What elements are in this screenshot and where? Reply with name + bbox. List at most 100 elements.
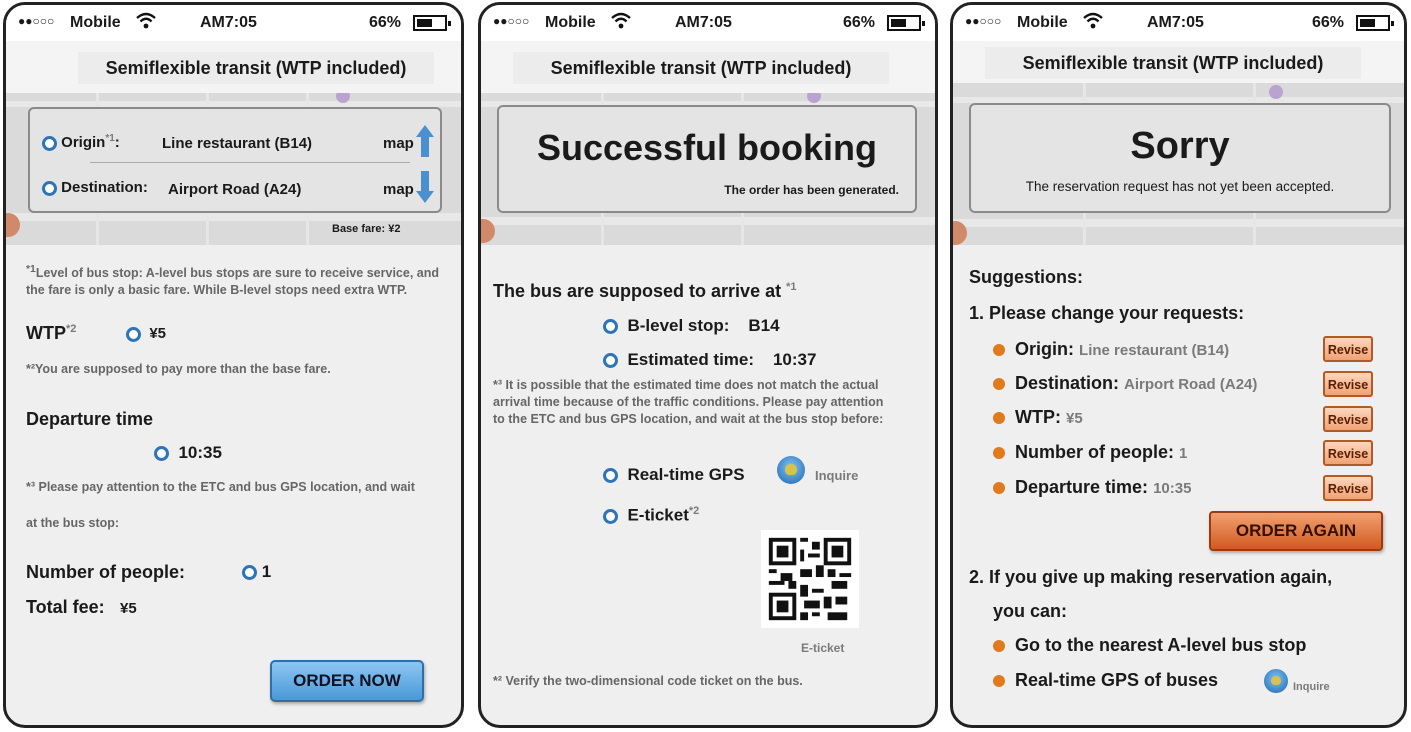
request-label: WTP: xyxy=(1015,407,1061,427)
page-title: Semiflexible transit (WTP included) xyxy=(513,52,889,84)
clock: AM7:05 xyxy=(1147,14,1204,31)
destination-row[interactable]: Destination: xyxy=(42,179,148,196)
footnote-mark: *1 xyxy=(26,264,36,275)
revise-departure-button[interactable]: Revise xyxy=(1323,475,1373,501)
request-label: Number of people: xyxy=(1015,442,1175,462)
estimated-bullet-icon xyxy=(603,353,618,369)
wtp-label-text: WTP xyxy=(26,323,66,343)
estimated-time-value: 10:37 xyxy=(772,350,817,369)
request-value: Line restaurant (B14) xyxy=(1079,342,1230,359)
origin-label: Origin xyxy=(61,134,106,151)
qr-caption: E-ticket xyxy=(801,641,845,655)
clock: AM7:05 xyxy=(675,14,732,31)
phone-screen-booking-failed: ●●○○○ Mobile AM7:05 66% Semiflexible tra… xyxy=(950,2,1407,728)
suggestions-heading: Suggestions: xyxy=(969,267,1084,287)
wtp-label: WTP*2 xyxy=(26,323,76,344)
gps-bullet-icon xyxy=(603,468,618,484)
request-row-origin: Origin: Line restaurant (B14) xyxy=(993,339,1229,360)
request-row-wtp: WTP: ¥5 xyxy=(993,407,1083,428)
people-bullet-icon xyxy=(242,565,257,581)
origin-bullet-icon xyxy=(42,135,57,151)
suggestion-change-requests: 1. Please change your requests: xyxy=(969,303,1245,323)
request-value: ¥5 xyxy=(1066,410,1083,427)
departure-label: Departure time xyxy=(26,409,154,429)
origin-map-link[interactable]: map xyxy=(383,135,414,152)
revise-destination-button[interactable]: Revise xyxy=(1323,371,1373,397)
wtp-bullet-icon xyxy=(126,326,141,342)
footnote-wtp: *²You are supposed to pay more than the … xyxy=(26,362,331,376)
orange-bullet-icon xyxy=(993,675,1005,688)
globe-icon[interactable] xyxy=(777,456,805,484)
request-value: 10:35 xyxy=(1153,480,1192,497)
departure-bullet-icon xyxy=(154,446,169,462)
people-field[interactable]: 1 xyxy=(242,562,271,582)
option-realtime-gps[interactable]: Real-time GPS of buses xyxy=(993,670,1218,691)
gps-row: Real-time GPS xyxy=(603,465,745,485)
origin-value: Line restaurant (B14) xyxy=(162,135,313,152)
request-value: 1 xyxy=(1179,445,1188,462)
origin-colon: : xyxy=(114,134,120,151)
page-title: Semiflexible transit (WTP included) xyxy=(985,47,1361,79)
request-label: Departure time: xyxy=(1015,477,1149,497)
stop-value: B14 xyxy=(748,316,780,335)
revise-origin-button[interactable]: Revise xyxy=(1323,336,1373,362)
gps-label: Real-time GPS xyxy=(627,465,745,484)
destination-bullet-icon xyxy=(42,180,57,196)
request-row-people: Number of people: 1 xyxy=(993,442,1187,463)
revise-people-button[interactable]: Revise xyxy=(1323,440,1373,466)
gps-inquire-link[interactable]: Inquire xyxy=(1293,681,1330,693)
eticket-label: E-ticket xyxy=(627,505,689,525)
wtp-value-field[interactable]: ¥5 xyxy=(126,325,166,342)
wifi-icon xyxy=(1083,12,1103,29)
destination-map-link[interactable]: map xyxy=(383,181,414,198)
success-subline: The order has been generated. xyxy=(724,183,899,197)
request-value: Airport Road (A24) xyxy=(1124,376,1258,393)
sorry-subline: The reservation request has not yet been… xyxy=(1025,179,1335,194)
people-value: 1 xyxy=(261,562,272,581)
wifi-icon xyxy=(136,12,156,29)
footnote-etc-line1: *³ Please pay attention to the ETC and b… xyxy=(26,480,415,494)
orange-bullet-icon xyxy=(993,482,1005,495)
departure-time-field[interactable]: 10:35 xyxy=(154,443,222,463)
revise-wtp-button[interactable]: Revise xyxy=(1323,406,1373,432)
arrow-up-icon[interactable] xyxy=(416,125,434,157)
request-row-departure: Departure time: 10:35 xyxy=(993,477,1191,498)
arrow-down-icon[interactable] xyxy=(416,171,434,203)
clock: AM7:05 xyxy=(200,14,257,31)
footnote-traffic: *³ It is possible that the estimated tim… xyxy=(493,378,884,426)
order-now-button[interactable]: ORDER NOW xyxy=(270,660,424,702)
orange-bullet-icon xyxy=(993,640,1005,653)
order-again-button[interactable]: ORDER AGAIN xyxy=(1209,511,1383,551)
app-header: Semiflexible transit (WTP included) xyxy=(481,41,935,93)
footnote-bus-stop-level: *1Level of bus stop: A-level bus stops a… xyxy=(26,261,446,299)
option-nearest-stop[interactable]: Go to the nearest A-level bus stop xyxy=(993,635,1306,656)
orange-bullet-icon xyxy=(993,447,1005,460)
footnote-qr: *² Verify the two-dimensional code ticke… xyxy=(493,674,803,688)
eticket-footnote-mark: *2 xyxy=(688,505,700,517)
request-label: Origin: xyxy=(1015,339,1075,359)
stop-label: B-level stop: xyxy=(627,316,730,335)
estimated-time-row: Estimated time: 10:37 xyxy=(603,350,816,370)
option-text: Go to the nearest A-level bus stop xyxy=(1015,635,1307,655)
gps-inquire-link[interactable]: Inquire xyxy=(815,468,858,483)
origin-row[interactable]: Origin*1: xyxy=(42,133,120,151)
suggestion-give-up-line2: you can: xyxy=(993,601,1068,621)
orange-bullet-icon xyxy=(993,344,1005,357)
wtp-footnote-mark: *2 xyxy=(66,323,77,335)
request-label: Destination: xyxy=(1015,373,1120,393)
app-header: Semiflexible transit (WTP included) xyxy=(6,41,461,93)
eticket-row: E-ticket*2 xyxy=(603,505,699,526)
battery-percent: 66% xyxy=(1311,14,1344,31)
orange-bullet-icon xyxy=(993,378,1005,391)
arrival-heading-text: The bus are supposed to arrive at xyxy=(493,281,782,301)
footnote-text: Level of bus stop: A-level bus stops are… xyxy=(26,266,439,298)
qr-code-icon[interactable] xyxy=(761,530,859,628)
wifi-icon xyxy=(611,12,631,29)
status-bar: ●●○○○ Mobile AM7:05 66% xyxy=(953,5,1404,41)
wtp-value: ¥5 xyxy=(149,325,167,342)
globe-icon[interactable] xyxy=(1264,669,1288,693)
base-fare: Base fare: ¥2 xyxy=(332,223,401,235)
estimated-time-label: Estimated time: xyxy=(627,350,755,369)
signal-dots-icon: ●●○○○ xyxy=(493,14,530,28)
battery-percent: 66% xyxy=(368,14,401,31)
